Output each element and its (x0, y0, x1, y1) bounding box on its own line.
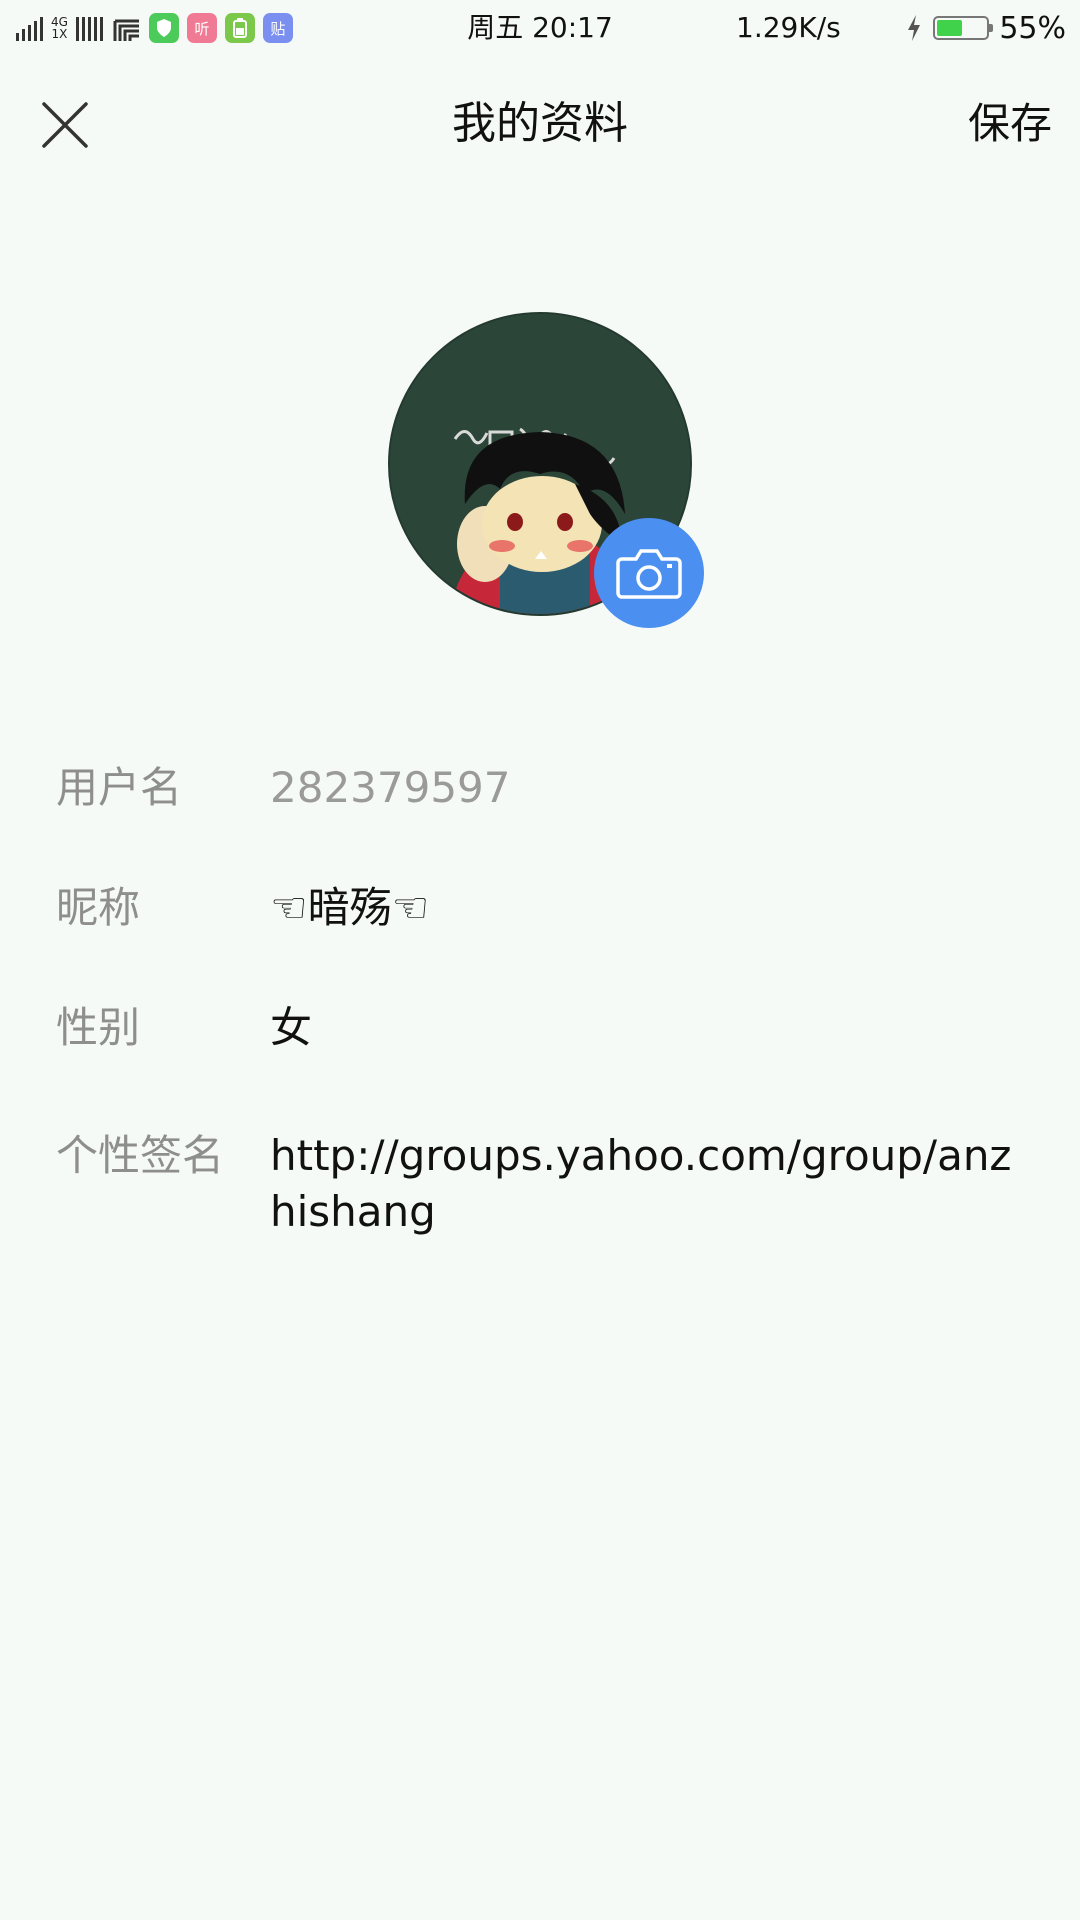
gender-label: 性别 (56, 1003, 141, 1052)
username-value: 282379597 (270, 763, 511, 812)
battery-percent: 55% (999, 10, 1066, 46)
status-right: 55% (905, 10, 1066, 46)
network-speed: 1.29K/s (736, 11, 841, 44)
nickname-value[interactable]: ☜暗殇☜ (270, 880, 1030, 936)
page-title: 我的资料 (452, 98, 628, 149)
save-button[interactable]: 保存 (968, 94, 1052, 154)
signature-value[interactable]: http://groups.yahoo.com/group/anzhishang (270, 1128, 1030, 1240)
camera-icon (616, 549, 682, 599)
change-avatar-button[interactable] (594, 518, 704, 628)
charging-icon (908, 15, 921, 41)
username-label: 用户名 (56, 763, 183, 812)
nickname-label: 昵称 (56, 883, 141, 932)
gender-value[interactable]: 女 (270, 1000, 1030, 1056)
signature-label: 个性签名 (56, 1131, 225, 1180)
header: 我的资料 保存 (0, 70, 1080, 180)
status-bar: 4G 1X 听 贴 周五 20:17 1.29K/s 55% (0, 0, 1080, 56)
battery-fill (937, 20, 962, 36)
battery-icon (933, 16, 994, 40)
avatar-section (388, 312, 704, 628)
